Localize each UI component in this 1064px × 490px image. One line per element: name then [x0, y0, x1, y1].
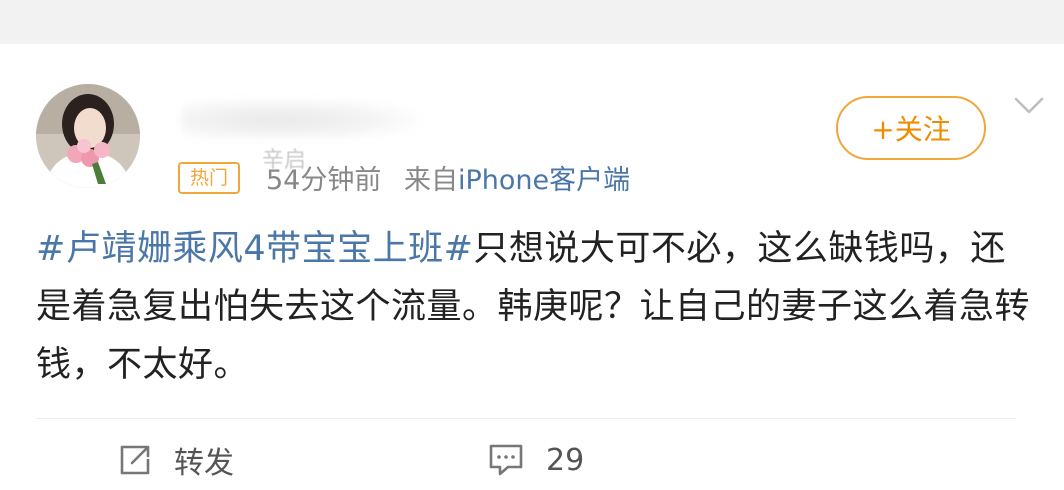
weibo-post-card: 辛启 热门 54分钟前 来自iPhone客户端 +关注 #卢靖姗乘风4带宝宝上班…	[0, 44, 1064, 490]
follow-button[interactable]: +关注	[836, 96, 986, 160]
avatar[interactable]	[36, 84, 140, 188]
comment-icon	[489, 444, 523, 476]
username-blurred[interactable]	[182, 98, 422, 138]
comment-count: 29	[546, 442, 585, 478]
post-body: #卢靖姗乘风4带宝宝上班#只想说大可不必，这么缺钱吗，还是着急复出怕失去这个流量…	[36, 220, 1036, 394]
post-source[interactable]: iPhone客户端	[458, 165, 630, 196]
divider	[36, 418, 1016, 419]
source-prefix: 来自	[403, 165, 458, 196]
chevron-down-icon[interactable]	[1014, 96, 1044, 116]
repost-label: 转发	[174, 446, 234, 481]
repost-button[interactable]: 转发	[118, 440, 234, 481]
avatar-image	[36, 84, 140, 188]
post-time: 54分钟前	[266, 165, 382, 196]
feed-separator	[0, 0, 1064, 44]
share-icon	[120, 445, 150, 475]
comment-button[interactable]: 29	[488, 440, 584, 480]
hashtag-link[interactable]: #卢靖姗乘风4带宝宝上班#	[36, 229, 473, 269]
hot-badge: 热门	[178, 162, 241, 194]
post-meta: 54分钟前 来自iPhone客户端	[266, 158, 630, 197]
